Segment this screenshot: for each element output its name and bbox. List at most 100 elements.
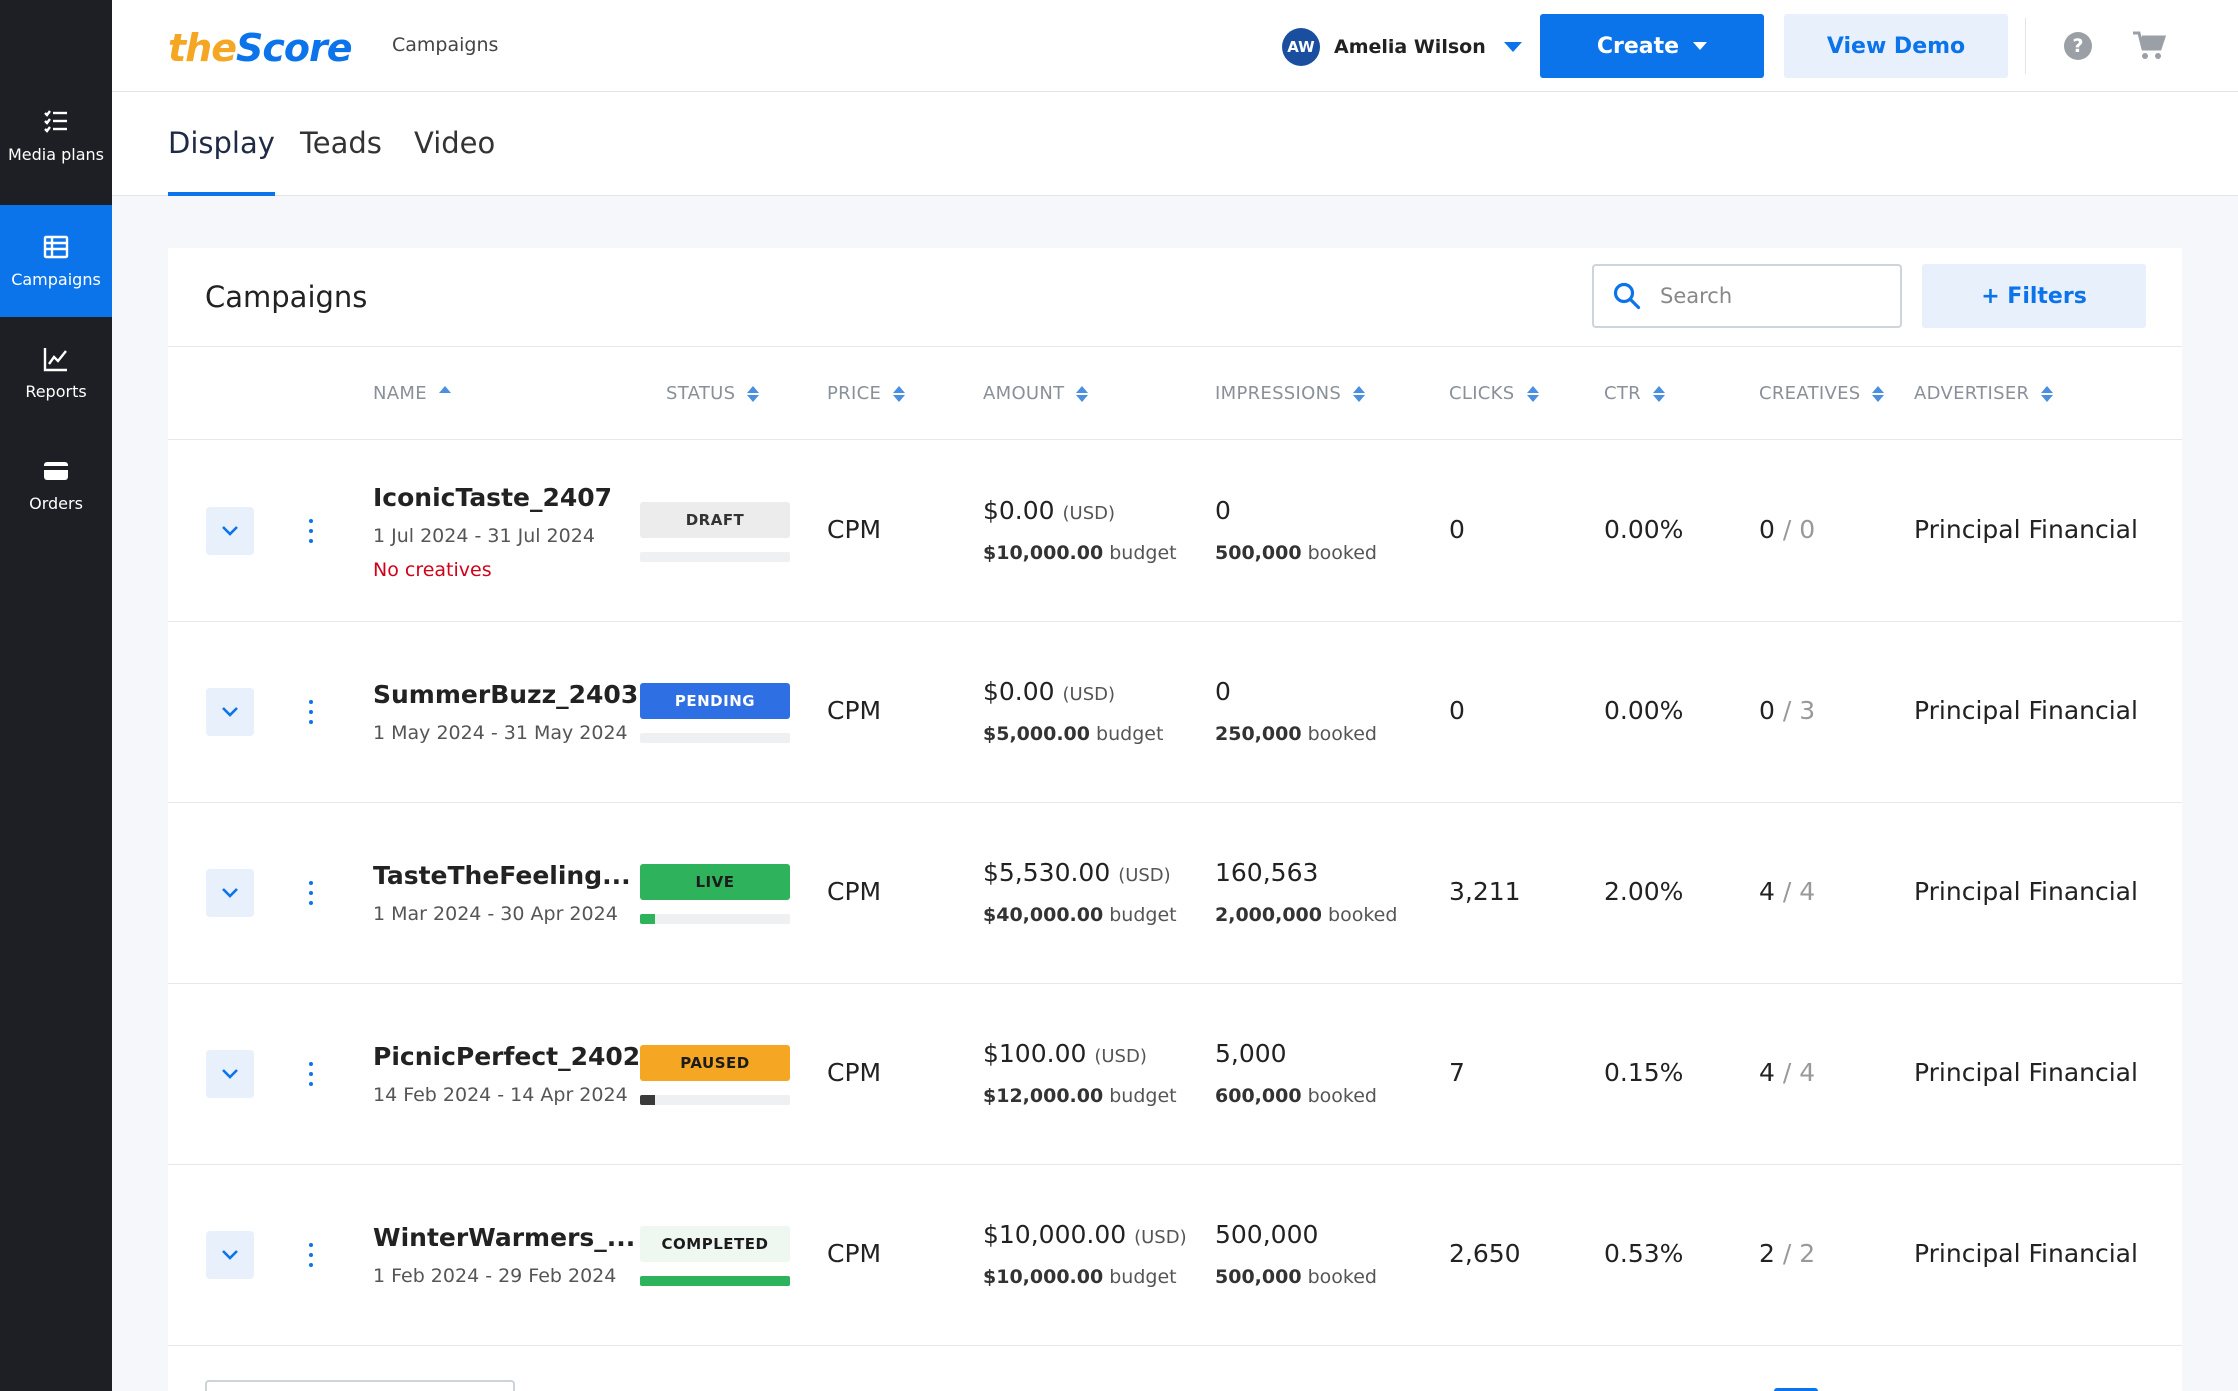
column-header-status[interactable]: STATUS	[666, 383, 760, 404]
caret-down-icon	[1693, 42, 1708, 50]
more-options-icon[interactable]	[306, 881, 316, 905]
tab-teads[interactable]: Teads	[300, 126, 382, 196]
expand-row-button[interactable]	[206, 688, 254, 736]
search-box[interactable]	[1592, 264, 1902, 328]
clicks-cell: 0	[1449, 696, 1465, 725]
breadcrumb: Campaigns	[392, 34, 499, 56]
status-badge: PAUSED	[640, 1045, 790, 1081]
sort-icon	[747, 385, 760, 402]
column-header-clicks[interactable]: CLICKS	[1449, 383, 1539, 404]
top-header: theScore Campaigns AW Amelia Wilson Crea…	[112, 0, 2238, 92]
expand-row-button[interactable]	[206, 869, 254, 917]
creatives-cell: 4 / 4	[1759, 1058, 1816, 1087]
advertiser-cell: Principal Financial	[1914, 1239, 2138, 1268]
chevron-down-icon	[222, 526, 238, 536]
ctr-cell: 0.53%	[1604, 1239, 1684, 1268]
more-options-icon[interactable]	[306, 519, 316, 543]
table-row[interactable]: SummerBuzz_2403 1 May 2024 - 31 May 2024…	[168, 622, 2182, 803]
sidebar-item-reports[interactable]: Reports	[0, 317, 112, 429]
tab-bar: Display Teads Video	[112, 92, 2238, 196]
creatives-cell: 0 / 0	[1759, 515, 1816, 544]
credit-card-icon	[44, 462, 68, 480]
price-cell: CPM	[827, 877, 882, 906]
sidebar-item-label: Campaigns	[11, 270, 101, 289]
column-header-price[interactable]: PRICE	[827, 383, 906, 404]
amount-cell: $10,000.00 (USD)	[983, 1220, 1187, 1249]
sort-icon	[1872, 385, 1885, 402]
column-header-creatives[interactable]: CREATIVES	[1759, 383, 1885, 404]
table-header: NAME STATUS PRICE AMOUNT IMPRESSIONS CLI…	[168, 346, 2182, 440]
sort-icon	[1526, 385, 1539, 402]
price-cell: CPM	[827, 696, 882, 725]
page-size-select[interactable]	[205, 1380, 515, 1391]
expand-row-button[interactable]	[206, 507, 254, 555]
ctr-cell: 0.00%	[1604, 515, 1684, 544]
create-button[interactable]: Create	[1540, 14, 1764, 78]
sidebar-item-campaigns[interactable]: Campaigns	[0, 205, 112, 317]
delivery-progress-bar	[640, 1095, 790, 1105]
campaign-name[interactable]: TasteTheFeeling...	[373, 861, 631, 890]
creatives-cell: 4 / 4	[1759, 877, 1816, 906]
ctr-cell: 0.15%	[1604, 1058, 1684, 1087]
column-header-advertiser[interactable]: ADVERTISER	[1914, 383, 2054, 404]
status-badge: PENDING	[640, 683, 790, 719]
card-title: Campaigns	[205, 280, 368, 314]
help-icon[interactable]: ?	[2064, 32, 2092, 60]
ctr-cell: 2.00%	[1604, 877, 1684, 906]
sidebar-item-orders[interactable]: Orders	[0, 429, 112, 541]
campaign-name[interactable]: SummerBuzz_2403	[373, 680, 638, 709]
column-header-impressions[interactable]: IMPRESSIONS	[1215, 383, 1366, 404]
delivery-progress-bar	[640, 914, 790, 924]
sidebar-item-label: Reports	[25, 382, 87, 401]
column-header-name[interactable]: NAME	[373, 383, 451, 404]
caret-down-icon	[1503, 42, 1522, 52]
chevron-down-icon	[222, 707, 238, 717]
tab-display[interactable]: Display	[168, 126, 275, 196]
thescore-logo[interactable]: theScore	[168, 26, 353, 70]
price-cell: CPM	[827, 1239, 882, 1268]
price-cell: CPM	[827, 515, 882, 544]
campaign-dates: 14 Feb 2024 - 14 Apr 2024	[373, 1084, 628, 1106]
sidebar-item-media-plans[interactable]: Media plans	[0, 80, 112, 192]
more-options-icon[interactable]	[306, 1243, 316, 1267]
more-options-icon[interactable]	[306, 1062, 316, 1086]
user-menu[interactable]: AW Amelia Wilson	[1282, 28, 1522, 66]
table-icon	[43, 235, 69, 259]
amount-cell: $0.00 (USD)	[983, 677, 1116, 706]
shopping-cart-icon[interactable]	[2132, 30, 2166, 62]
budget-cell: $10,000.00 budget	[983, 1266, 1177, 1288]
delivery-progress-bar	[640, 733, 790, 743]
advertiser-cell: Principal Financial	[1914, 877, 2138, 906]
campaign-name[interactable]: IconicTaste_2407	[373, 483, 612, 512]
more-options-icon[interactable]	[306, 700, 316, 724]
search-input[interactable]	[1660, 284, 1880, 308]
checklist-icon	[44, 110, 67, 133]
booked-cell: 500,000 booked	[1215, 542, 1377, 564]
view-demo-button[interactable]: View Demo	[1784, 14, 2008, 78]
table-row[interactable]: WinterWarmers_... 1 Feb 2024 - 29 Feb 20…	[168, 1165, 2182, 1346]
filters-button[interactable]: + Filters	[1922, 264, 2146, 328]
column-header-ctr[interactable]: CTR	[1604, 383, 1665, 404]
booked-cell: 600,000 booked	[1215, 1085, 1377, 1107]
table-row[interactable]: PicnicPerfect_2402 14 Feb 2024 - 14 Apr …	[168, 984, 2182, 1165]
budget-cell: $10,000.00 budget	[983, 542, 1177, 564]
campaign-name[interactable]: WinterWarmers_...	[373, 1223, 635, 1252]
campaign-name[interactable]: PicnicPerfect_2402	[373, 1042, 640, 1071]
chevron-down-icon	[222, 888, 238, 898]
progress-fill	[640, 1095, 655, 1105]
table-row[interactable]: IconicTaste_2407 1 Jul 2024 - 31 Jul 202…	[168, 441, 2182, 622]
column-header-amount[interactable]: AMOUNT	[983, 383, 1089, 404]
expand-row-button[interactable]	[206, 1050, 254, 1098]
sort-icon	[1652, 385, 1665, 402]
clicks-cell: 0	[1449, 515, 1465, 544]
tab-video[interactable]: Video	[414, 126, 495, 196]
campaign-dates: 1 Jul 2024 - 31 Jul 2024	[373, 525, 595, 547]
delivery-progress-bar	[640, 1276, 790, 1286]
status-badge: COMPLETED	[640, 1226, 790, 1262]
table-row[interactable]: TasteTheFeeling... 1 Mar 2024 - 30 Apr 2…	[168, 803, 2182, 984]
search-icon	[1613, 282, 1641, 310]
impressions-cell: 5,000	[1215, 1039, 1287, 1068]
expand-row-button[interactable]	[206, 1231, 254, 1279]
budget-cell: $12,000.00 budget	[983, 1085, 1177, 1107]
clicks-cell: 3,211	[1449, 877, 1521, 906]
